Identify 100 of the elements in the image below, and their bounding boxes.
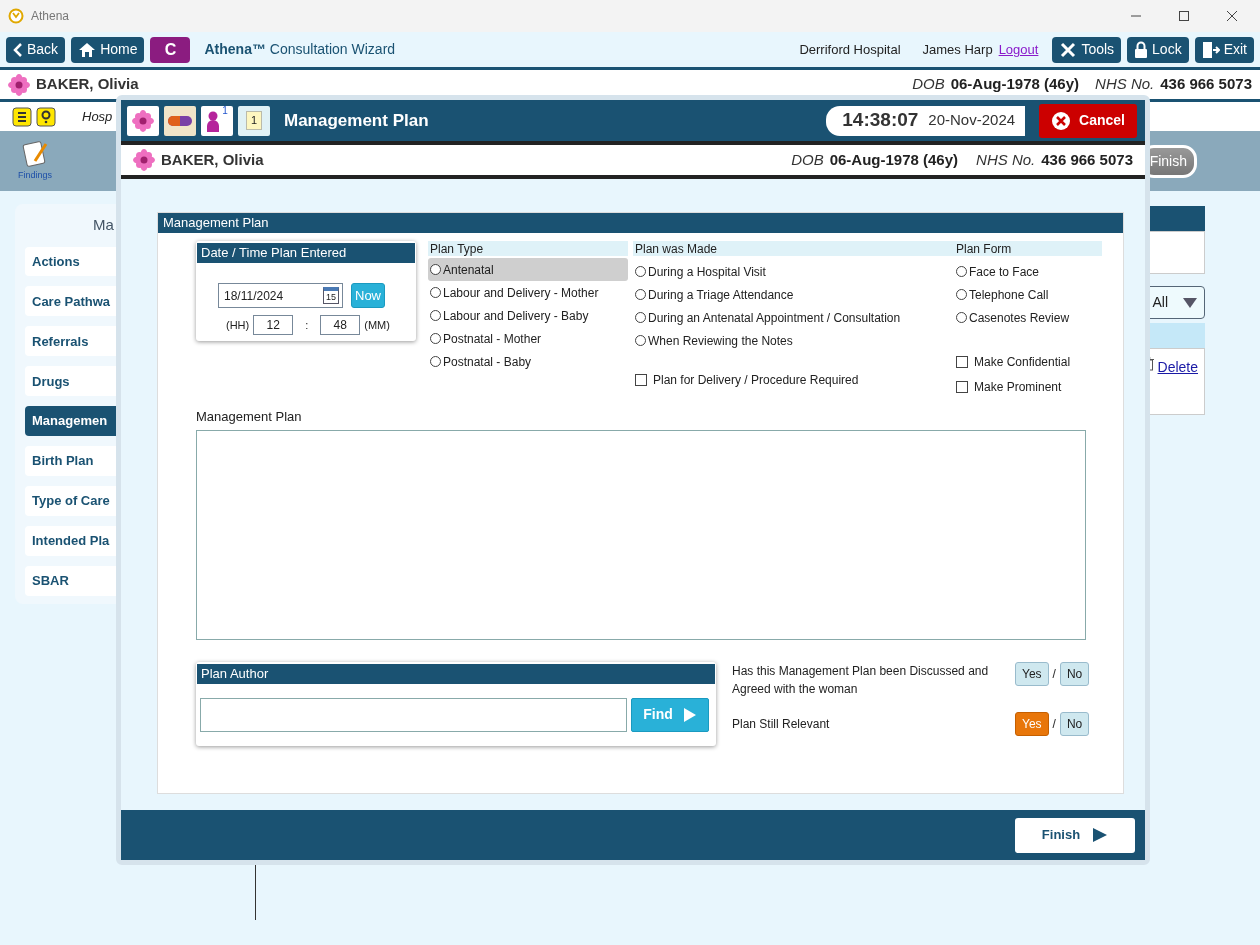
date-value: 18/11/2024 — [224, 287, 284, 305]
hospital-name: Derriford Hospital — [799, 40, 901, 59]
date-field[interactable]: 18/11/2024 15 — [218, 283, 343, 308]
radio-button[interactable] — [635, 266, 646, 277]
time-separator: : — [305, 317, 309, 333]
exit-button[interactable]: Exit — [1194, 36, 1254, 63]
tools-icon — [1059, 40, 1078, 59]
option-label[interactable]: During a Triage Attendance — [648, 285, 794, 304]
nhs-number: 436 966 5073 — [1041, 149, 1133, 170]
checkbox[interactable] — [956, 355, 968, 368]
dob-label: DOB — [791, 149, 824, 170]
nhs-label: NHS No. — [1095, 74, 1155, 95]
panel-header: Date / Time Plan Entered — [197, 243, 415, 263]
checkbox[interactable] — [956, 380, 968, 393]
dropdown-triangle-icon — [1182, 296, 1198, 309]
radio-button[interactable] — [430, 264, 441, 275]
radio-button[interactable] — [430, 287, 441, 298]
radio-button[interactable] — [956, 289, 967, 300]
minute-label: (MM) — [364, 317, 390, 333]
dob-label: DOB — [912, 74, 945, 95]
pill-icon — [167, 114, 193, 127]
notes-field[interactable] — [196, 429, 1086, 640]
minute-field[interactable]: 48 — [320, 315, 361, 335]
no-button[interactable]: No — [1059, 661, 1090, 686]
radio-button[interactable] — [430, 333, 441, 344]
radio-button[interactable] — [635, 335, 646, 346]
option-label[interactable]: Casenotes Review — [969, 308, 1070, 327]
option-label[interactable]: Labour and Delivery - Mother — [443, 283, 599, 302]
column-header: Plan Type — [428, 241, 628, 256]
panel-header: Plan Author — [197, 663, 715, 684]
person-icon-button[interactable]: 1 — [201, 105, 233, 136]
hospital-label: Hosp — [82, 107, 113, 126]
option-label[interactable]: During an Antenatal Appointment / Consultation — [648, 308, 901, 327]
radio-button[interactable] — [430, 356, 441, 367]
user-name: James Harp — [922, 40, 993, 59]
patient-name: BAKER, Olivia — [36, 74, 139, 95]
nhs-number: 436 966 5073 — [1160, 74, 1252, 95]
checkbox-label[interactable]: Plan for Delivery / Procedure Required — [653, 370, 859, 389]
app-logo-icon — [8, 8, 24, 24]
consultation-badge[interactable]: C — [150, 36, 191, 63]
calendar-icon[interactable]: 15 — [323, 287, 339, 304]
help-icon — [36, 106, 56, 127]
no-button[interactable]: No — [1059, 711, 1090, 736]
finish-button[interactable]: Finish — [1015, 817, 1135, 853]
logout-link[interactable]: Logout — [998, 39, 1039, 60]
flower-icon — [8, 73, 30, 96]
close-icon[interactable] — [1226, 10, 1238, 22]
sidebar-item[interactable]: Referrals — [25, 326, 116, 357]
radio-button[interactable] — [956, 312, 967, 323]
tools-button[interactable]: Tools — [1052, 36, 1122, 63]
dob-value: 06-Aug-1978 (46y) — [950, 74, 1080, 95]
nhs-label: NHS No. — [976, 149, 1036, 170]
sidebar-heading: Ma — [93, 215, 114, 235]
hour-label: (HH) — [226, 317, 250, 333]
option-label[interactable]: Postnatal - Mother — [443, 329, 542, 348]
radio-button[interactable] — [956, 266, 967, 277]
sidebar-item[interactable]: Managemen — [25, 406, 116, 437]
flower-icon — [133, 149, 155, 171]
sidebar-item[interactable]: Actions — [25, 246, 116, 277]
option-label[interactable]: Labour and Delivery - Baby — [443, 306, 589, 325]
sidebar-item[interactable]: Drugs — [25, 366, 116, 397]
back-button[interactable]: Back — [6, 36, 66, 63]
hour-field[interactable]: 12 — [253, 315, 294, 335]
pill-icon-button[interactable] — [164, 105, 196, 136]
notes-label: Management Plan — [196, 408, 303, 426]
radio-button[interactable] — [430, 310, 441, 321]
option-label[interactable]: When Reviewing the Notes — [648, 331, 793, 350]
home-button[interactable]: Home — [71, 36, 145, 63]
sidebar-item[interactable]: Type of Care — [25, 486, 116, 517]
question-text: Plan Still Relevant — [732, 715, 831, 733]
play-triangle-icon — [682, 706, 697, 723]
cancel-circle-icon — [1051, 110, 1072, 131]
section-header: Management Plan — [158, 213, 1123, 233]
checkbox-label[interactable]: Make Confidential — [974, 352, 1071, 371]
sidebar-item[interactable]: Birth Plan — [25, 446, 116, 477]
cancel-button[interactable]: Cancel — [1039, 103, 1137, 138]
option-label[interactable]: Face to Face — [969, 262, 1040, 281]
slash-separator: / — [1052, 715, 1056, 733]
option-label[interactable]: Postnatal - Baby — [443, 352, 532, 371]
slash-separator: / — [1052, 665, 1056, 683]
delete-link[interactable]: Delete — [1157, 357, 1198, 414]
maximize-icon[interactable] — [1178, 10, 1190, 22]
play-triangle-icon — [1092, 827, 1109, 843]
sidebar-item[interactable]: Intended Pla — [25, 526, 116, 556]
yes-button[interactable]: Yes — [1015, 661, 1049, 686]
option-label[interactable]: During a Hospital Visit — [648, 262, 766, 281]
checkbox[interactable] — [635, 373, 647, 386]
sidebar-item[interactable]: Care Pathwa — [25, 286, 116, 317]
author-field[interactable] — [200, 697, 627, 732]
radio-button[interactable] — [635, 289, 646, 300]
lock-button[interactable]: Lock — [1127, 36, 1189, 63]
checkbox-label[interactable]: Make Prominent — [974, 377, 1062, 396]
column-header: Plan was Made — [633, 241, 954, 256]
calendar-icon-button[interactable]: 1 — [238, 105, 270, 136]
clock-time: 14:38:07 — [842, 108, 919, 133]
option-label[interactable]: Telephone Call — [969, 285, 1049, 304]
sidebar-item[interactable]: SBAR — [25, 566, 116, 596]
radio-button[interactable] — [635, 312, 646, 323]
chevron-left-icon — [13, 41, 23, 58]
flower-icon-button[interactable] — [127, 105, 159, 136]
